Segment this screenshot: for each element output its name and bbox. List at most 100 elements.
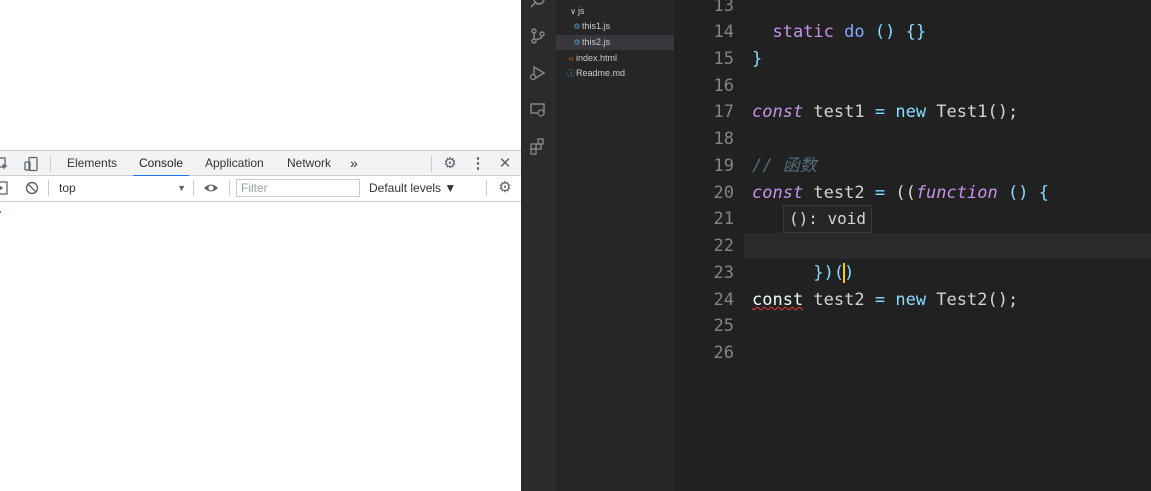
code-token: () bbox=[1007, 183, 1029, 203]
code-token: = bbox=[874, 102, 886, 122]
tab-elements[interactable]: Elements bbox=[61, 151, 123, 176]
code-token: Test1(); bbox=[926, 102, 1019, 122]
remote-explorer-icon[interactable] bbox=[527, 101, 549, 123]
toolbar-divider-2 bbox=[193, 180, 194, 196]
code-token: test2 bbox=[803, 290, 875, 310]
file-label: this2.js bbox=[582, 37, 611, 47]
js-file-icon: ⚙ bbox=[573, 38, 581, 47]
inspect-element-icon[interactable] bbox=[0, 156, 10, 172]
file-label: index.html bbox=[576, 53, 618, 63]
line-number: 14 bbox=[713, 22, 734, 42]
code-line[interactable]: const test1 = new Test1(); bbox=[752, 99, 1018, 126]
chevron-down-icon: ▼ bbox=[177, 183, 186, 193]
console-toolbar: top ▼ Default levels ▼ ⚙ bbox=[0, 176, 521, 202]
tab-console[interactable]: Console bbox=[133, 151, 190, 177]
line-number: 15 bbox=[713, 49, 734, 69]
line-number: 25 bbox=[713, 316, 734, 336]
line-number: 16 bbox=[713, 76, 734, 96]
code-token: do bbox=[844, 22, 865, 42]
more-tabs-button[interactable]: » bbox=[344, 151, 364, 176]
js-file-icon: ⚙ bbox=[573, 22, 581, 31]
extensions-icon[interactable] bbox=[527, 137, 549, 159]
search-icon[interactable] bbox=[527, 0, 549, 14]
more-options-icon[interactable]: ⋮ bbox=[470, 156, 486, 172]
line-number: 17 bbox=[713, 102, 734, 122]
console-filter-input[interactable] bbox=[236, 179, 360, 197]
toolbar-divider bbox=[48, 180, 49, 196]
clear-console-icon[interactable] bbox=[24, 180, 40, 196]
tabbar-divider-right bbox=[431, 156, 432, 172]
code-token: { bbox=[1038, 183, 1049, 203]
folder-js[interactable]: ∨ js bbox=[568, 4, 584, 19]
file-this1-js[interactable]: ⚙this1.js bbox=[572, 19, 610, 34]
line-number: 13 bbox=[713, 0, 734, 16]
code-token: () bbox=[874, 22, 896, 42]
code-token: // 函数 bbox=[752, 156, 817, 176]
code-token: function bbox=[915, 183, 998, 203]
file-readme-md[interactable]: ⓘReadme.md bbox=[566, 66, 625, 81]
vscode-window: ∨ js ⚙this1.js ⚙this2.js ‹› index.html ⓘRe… bbox=[521, 0, 1151, 491]
line-number: 24 bbox=[713, 290, 734, 310]
console-settings-gear-icon[interactable]: ⚙ bbox=[497, 180, 513, 196]
run-debug-icon[interactable] bbox=[527, 64, 549, 86]
chevron-down-icon: ∨ bbox=[570, 7, 576, 16]
devtools-panel: Elements Console Application Network » ⚙… bbox=[0, 150, 521, 491]
code-text: ) bbox=[844, 263, 855, 283]
log-levels-dropdown[interactable]: Default levels ▼ bbox=[369, 179, 456, 197]
code-token: = bbox=[874, 183, 886, 203]
code-editor[interactable]: 13 14 15 16 17 18 19 20 21 22 23 24 25 2… bbox=[674, 0, 1151, 491]
code-line[interactable]: static do () {} bbox=[752, 19, 926, 46]
code-text: })( bbox=[813, 263, 845, 283]
code-token: } bbox=[752, 49, 763, 69]
code-token: new bbox=[895, 290, 927, 310]
signature-hover-tooltip: (): void bbox=[783, 205, 873, 233]
code-token: const bbox=[752, 290, 804, 310]
source-control-icon[interactable] bbox=[527, 27, 549, 49]
settings-gear-icon[interactable]: ⚙ bbox=[442, 156, 458, 172]
tab-application[interactable]: Application bbox=[199, 151, 270, 176]
context-value: top bbox=[59, 181, 76, 195]
code-token: (( bbox=[885, 183, 916, 203]
code-token: = bbox=[874, 290, 886, 310]
console-prompt[interactable]: › bbox=[0, 206, 2, 218]
devtools-tabbar: Elements Console Application Network » ⚙… bbox=[0, 150, 521, 177]
file-label: Readme.md bbox=[576, 68, 626, 78]
toolbar-divider-3 bbox=[229, 180, 230, 196]
tab-network[interactable]: Network bbox=[281, 151, 337, 176]
line-number: 18 bbox=[713, 129, 734, 149]
code-line[interactable]: } bbox=[752, 46, 762, 73]
line-number: 23 bbox=[713, 263, 734, 283]
live-expression-eye-icon[interactable] bbox=[203, 180, 219, 196]
file-this2-js[interactable]: ⚙this2.js bbox=[556, 35, 674, 50]
file-label: this1.js bbox=[582, 21, 611, 31]
code-line[interactable]: const test2 = ((function () { bbox=[752, 180, 1049, 207]
code-token: test2 bbox=[803, 183, 875, 203]
close-devtools-icon[interactable]: ✕ bbox=[497, 156, 513, 172]
file-index-html[interactable]: ‹› index.html bbox=[566, 51, 617, 66]
code-line[interactable]: // 函数 bbox=[752, 153, 817, 180]
toolbar-divider-4 bbox=[486, 180, 487, 196]
show-sidebar-icon[interactable] bbox=[0, 180, 9, 196]
code-token: new bbox=[895, 102, 927, 122]
code-token: const bbox=[752, 183, 804, 203]
code-token: test1 bbox=[803, 102, 875, 122]
line-number: 19 bbox=[713, 156, 734, 176]
info-file-icon: ⓘ bbox=[567, 69, 575, 78]
code-token: static bbox=[772, 22, 834, 42]
code-line-current[interactable]: })() bbox=[752, 233, 854, 283]
line-number: 20 bbox=[713, 183, 734, 203]
context-selector[interactable]: top ▼ bbox=[54, 179, 190, 197]
explorer-sidebar: ∨ js ⚙this1.js ⚙this2.js ‹› index.html ⓘRe… bbox=[556, 0, 674, 491]
code-token: {} bbox=[905, 22, 927, 42]
line-number: 22 bbox=[713, 236, 734, 256]
browser-pane: Elements Console Application Network » ⚙… bbox=[0, 0, 521, 491]
device-toolbar-icon[interactable] bbox=[23, 156, 39, 172]
code-line[interactable]: const test2 = new Test2(); bbox=[752, 287, 1018, 314]
